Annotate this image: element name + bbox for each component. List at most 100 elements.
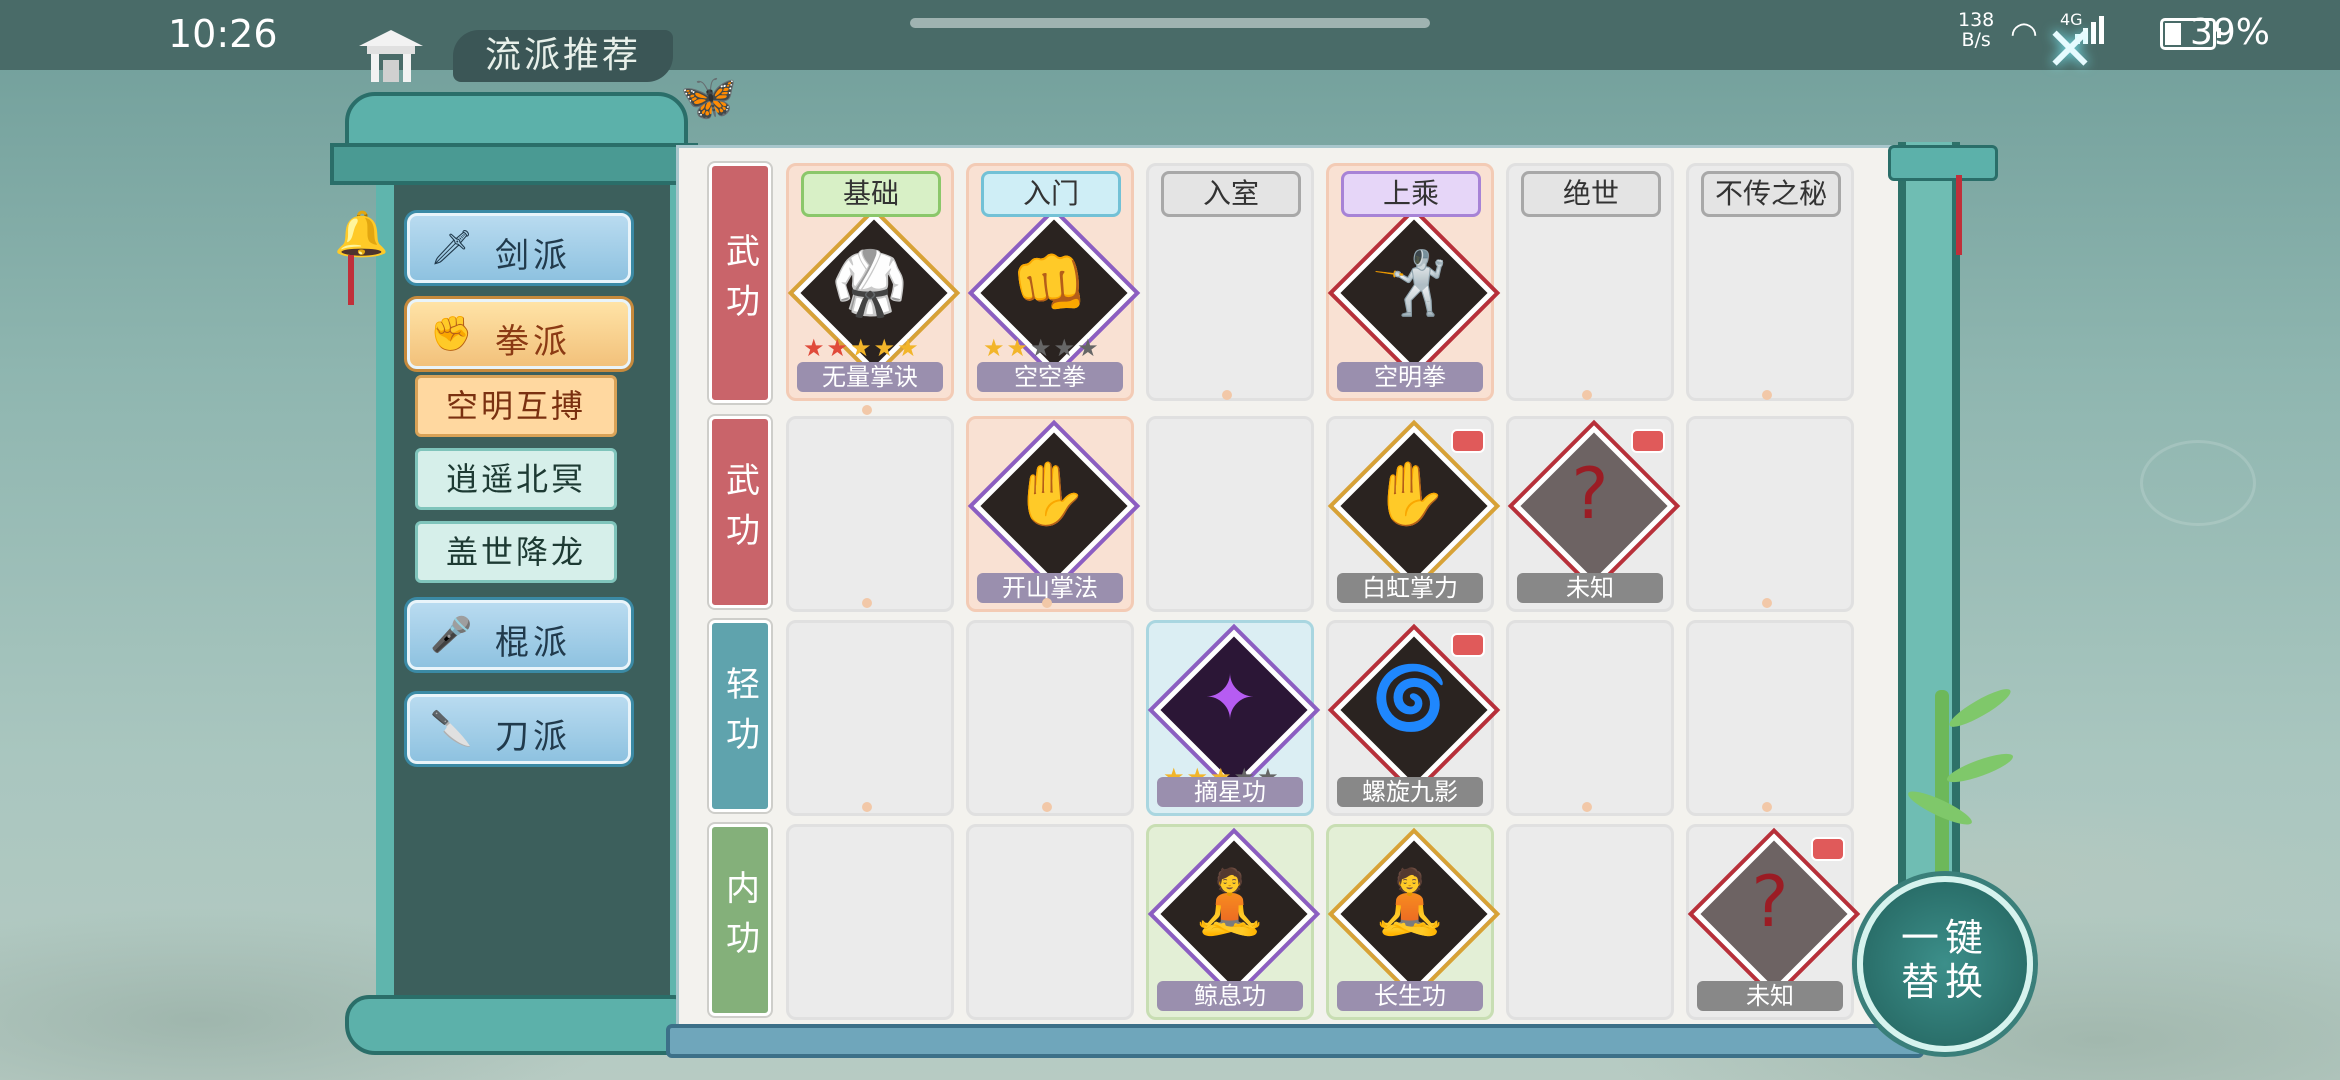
one-key-replace-button[interactable]: 一键 替换 — [1857, 876, 2033, 1052]
cloud-swirl — [2140, 440, 2256, 526]
wifi-icon: ◠ — [2010, 14, 2038, 52]
skill-slot[interactable]: 🧘 鲸息功 — [1146, 824, 1315, 1020]
bell-icon: 🔔 — [334, 209, 389, 260]
tier-superior: 上乘 — [1341, 171, 1481, 217]
palm-strike-icon: ✋ — [1011, 457, 1089, 530]
star-grab-icon: ✦ — [1204, 661, 1256, 734]
skill-slot[interactable]: ✋ 开山掌法 — [966, 416, 1135, 612]
empty-skill-slot[interactable] — [1146, 416, 1314, 612]
close-icon[interactable]: ✕ — [2042, 20, 2098, 80]
connector-pin — [1222, 390, 1232, 400]
recommend-badge-icon — [1811, 837, 1845, 861]
empty-skill-slot[interactable] — [1686, 620, 1854, 816]
clock: 10:26 — [168, 12, 278, 56]
skill-slot[interactable]: 🌀 螺旋九影 — [1326, 620, 1495, 816]
empty-skill-slot[interactable] — [786, 620, 954, 816]
row-label-lightness: 轻功 — [709, 620, 771, 812]
recommend-badge-icon — [1451, 429, 1485, 453]
fighter-icon: 🥋 — [831, 246, 909, 319]
sub-style-kongming[interactable]: 空明互搏 — [415, 375, 617, 437]
school-label: 刀派 — [495, 717, 571, 757]
school-label: 拳派 — [495, 322, 571, 362]
battery-percent: 39% — [2190, 12, 2271, 53]
one-key-label-line1: 一键 — [1900, 916, 1989, 960]
tier-entry: 入门 — [981, 171, 1121, 217]
status-bar: 10:26 138 B/s ◠ 4G 39% — [0, 0, 2340, 70]
one-key-label-line2: 替换 — [1900, 960, 1989, 1004]
connector-pin — [1042, 598, 1052, 608]
drag-handle[interactable] — [910, 18, 1430, 28]
connector-pin — [862, 598, 872, 608]
longevity-icon: 🧘 — [1371, 865, 1449, 938]
right-pillar-cap — [1888, 145, 1998, 181]
empty-skill-slot[interactable] — [786, 824, 954, 1020]
school-sword[interactable]: 🗡 剑派 — [407, 213, 631, 283]
skill-stars: ★★★★★ — [803, 334, 921, 362]
scroll-rod — [666, 1024, 1924, 1058]
network-speed: 138 B/s — [1958, 10, 1994, 50]
pillar-roof — [345, 92, 688, 150]
school-label: 棍派 — [495, 623, 571, 663]
empty-skill-slot[interactable] — [966, 824, 1134, 1020]
empty-skill-slot[interactable] — [786, 416, 954, 612]
connector-pin — [1762, 802, 1772, 812]
skill-slot[interactable]: ✋ 白虹掌力 — [1326, 416, 1495, 612]
page-title: 流派推荐 — [453, 30, 673, 82]
rainbow-palm-icon: ✋ — [1371, 457, 1449, 530]
row-label-martial-1: 武功 — [709, 163, 771, 403]
spiral-shadow-icon: 🌀 — [1371, 661, 1449, 734]
sub-style-xiaoyao[interactable]: 逍遥北冥 — [415, 448, 617, 510]
pillar-base — [345, 995, 698, 1055]
blade-icon: 🔪 — [430, 709, 473, 749]
skill-slot[interactable]: ✦ ★★★★★ 摘星功 — [1146, 620, 1315, 816]
tier-peerless: 绝世 — [1521, 171, 1661, 217]
skill-name: 空空拳 — [977, 362, 1123, 392]
connector-pin — [1762, 390, 1772, 400]
connector-pin — [1582, 802, 1592, 812]
school-label: 剑派 — [495, 236, 571, 276]
skill-slot[interactable]: 🧘 长生功 — [1326, 824, 1495, 1020]
skill-name: 鲸息功 — [1157, 981, 1303, 1011]
skill-name: 摘星功 — [1157, 777, 1303, 807]
skill-stars: ★★★★★ — [983, 334, 1101, 362]
sub-style-gaishi[interactable]: 盖世降龙 — [415, 521, 617, 583]
school-staff[interactable]: 🎤 棍派 — [407, 600, 631, 670]
school-fist[interactable]: ✊ 拳派 — [407, 299, 631, 369]
sword-icon: 🗡 — [430, 228, 474, 268]
skill-name: 无量掌诀 — [797, 362, 943, 392]
empty-skill-slot[interactable] — [1506, 824, 1674, 1020]
skill-slot-unknown[interactable]: ? 未知 — [1506, 416, 1675, 612]
connector-pin — [862, 405, 872, 415]
skill-name: 未知 — [1697, 981, 1843, 1011]
pavilion-icon[interactable] — [355, 28, 427, 84]
row-label-internal: 内功 — [709, 824, 771, 1016]
empty-skill-slot[interactable] — [1506, 620, 1674, 816]
connector-pin — [1582, 390, 1592, 400]
fist-strike-icon: 👊 — [1011, 246, 1089, 319]
skill-name: 长生功 — [1337, 981, 1483, 1011]
recommend-badge-icon — [1451, 633, 1485, 657]
empty-skill-slot[interactable] — [1686, 416, 1854, 612]
tassel — [1956, 175, 1962, 255]
tier-basic: 基础 — [801, 171, 941, 217]
row-label-martial-2: 武功 — [709, 416, 771, 608]
school-blade[interactable]: 🔪 刀派 — [407, 694, 631, 764]
connector-pin — [1762, 598, 1772, 608]
question-mark-icon: ? — [1751, 861, 1789, 943]
fighter-stance-icon: 🤺 — [1371, 246, 1449, 319]
whale-breath-icon: 🧘 — [1191, 865, 1269, 938]
tier-adept: 入室 — [1161, 171, 1301, 217]
skill-name: 空明拳 — [1337, 362, 1483, 392]
butterfly-icon: 🦋 — [680, 70, 738, 124]
connector-pin — [862, 802, 872, 812]
connector-pin — [1042, 802, 1052, 812]
skill-slot-unknown[interactable]: ? 未知 — [1686, 824, 1855, 1020]
skill-name: 白虹掌力 — [1337, 573, 1483, 603]
staff-icon: 🎤 — [430, 615, 473, 655]
empty-skill-slot[interactable] — [966, 620, 1134, 816]
skill-name: 未知 — [1517, 573, 1663, 603]
pillar-top — [330, 143, 698, 185]
question-mark-icon: ? — [1571, 453, 1609, 535]
tassel — [348, 255, 354, 305]
fist-icon: ✊ — [430, 314, 473, 354]
